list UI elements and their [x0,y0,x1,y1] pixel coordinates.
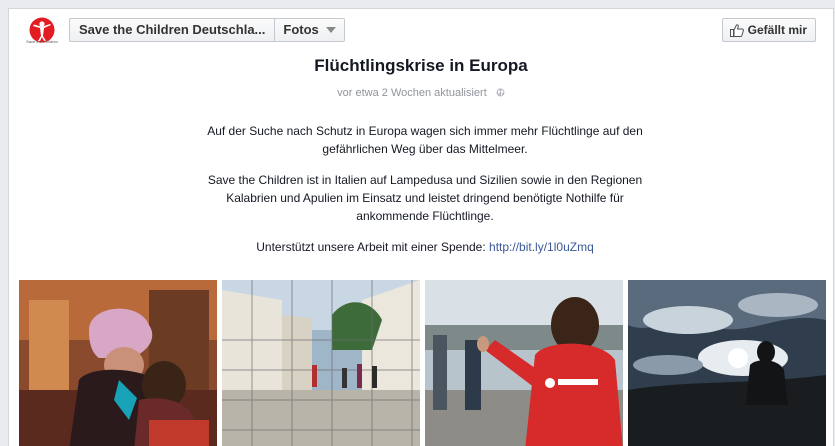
chevron-down-icon [325,27,336,33]
album-updated: vor etwa 2 Wochen aktualisiert [9,87,833,99]
thumbs-up-icon [729,23,744,37]
donation-link[interactable]: http://bit.ly/1l0uZmq [489,240,594,254]
section-label: Fotos [283,22,319,37]
album-title: Flüchtlingskrise in Europa [314,56,528,75]
description-paragraph: Unterstützt unsere Arbeit mit einer Spen… [199,238,651,256]
section-dropdown[interactable]: Fotos [275,19,343,41]
album-frame: Save the Children Save the Children Deut… [8,8,834,446]
updated-text: vor etwa 2 Wochen aktualisiert [337,87,487,99]
photo-camp-courtyard[interactable] [222,280,420,446]
like-button-label: Gefällt mir [747,23,807,37]
description-paragraph: Save the Children ist in Italien auf Lam… [207,173,643,223]
like-button[interactable]: Gefällt mir [721,18,816,42]
globe-icon[interactable] [496,88,505,97]
page-name-link[interactable]: Save the Children Deutschla... [70,19,276,41]
album-header: Save the Children Save the Children Deut… [9,9,833,49]
photo-silhouette-sky[interactable] [628,280,826,446]
photo-mother-child[interactable] [19,280,217,446]
album-description: Auf der Suche nach Schutz in Europa wage… [199,122,651,269]
breadcrumb: Save the Children Deutschla... Fotos [69,18,345,42]
donation-prefix: Unterstützt unsere Arbeit mit einer Spen… [256,240,490,254]
logo-wordmark: Save the Children [26,39,58,44]
photo-grid [19,280,829,446]
description-paragraph: Auf der Suche nach Schutz in Europa wage… [207,124,643,156]
photo-aid-worker[interactable] [425,280,623,446]
